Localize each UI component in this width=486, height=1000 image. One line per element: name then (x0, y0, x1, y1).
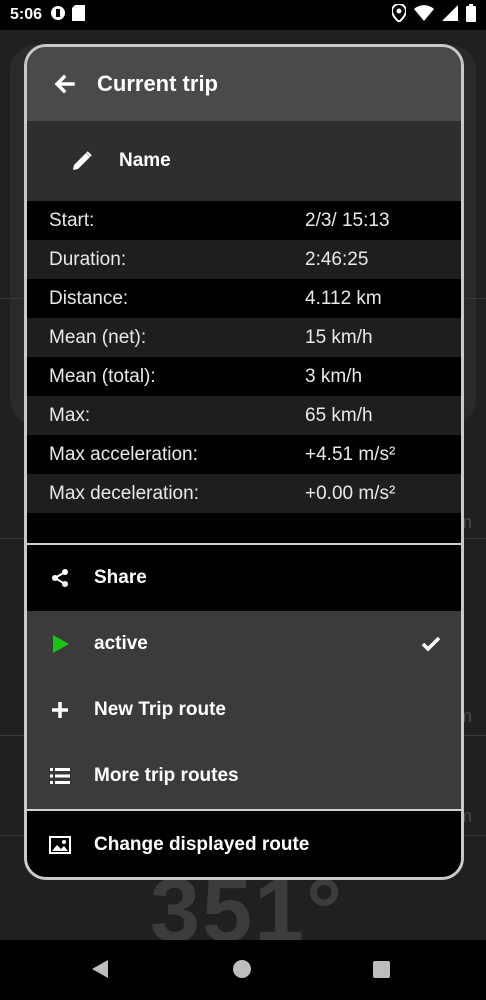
name-edit-row[interactable]: Name (27, 121, 461, 201)
stat-row: Duration: 2:46:25 (27, 240, 461, 279)
signal-icon (442, 4, 458, 26)
stat-row: Start: 2/3/ 15:13 (27, 201, 461, 240)
image-icon (49, 834, 71, 856)
stat-row: Mean (net): 15 km/h (27, 318, 461, 357)
navigation-bar (0, 940, 486, 1000)
stat-label: Mean (net): (49, 326, 147, 348)
nav-back-icon[interactable] (92, 960, 108, 978)
stat-value: 15 km/h (305, 326, 373, 348)
current-trip-dialog: Current trip Name Start: 2/3/ 15:13 Durat… (24, 44, 464, 880)
stat-value: +0.00 m/s² (305, 482, 396, 504)
stat-label: Mean (total): (49, 365, 156, 387)
change-displayed-route-button[interactable]: Change displayed route (27, 811, 461, 877)
stat-row: Distance: 4.112 km (27, 279, 461, 318)
nav-recents-icon[interactable] (373, 961, 390, 978)
stat-row: Max: 65 km/h (27, 396, 461, 435)
trip-route-group: active New Trip route More trip routes (27, 611, 461, 809)
new-trip-route-label: New Trip route (94, 699, 226, 720)
data-saver-icon (50, 5, 66, 26)
stat-label: Start: (49, 209, 95, 231)
stat-row: Max deceleration: +0.00 m/s² (27, 474, 461, 513)
sd-card-icon (72, 4, 86, 26)
name-label: Name (119, 150, 171, 171)
checkmark-icon (421, 634, 441, 654)
more-trip-routes-button[interactable]: More trip routes (27, 743, 461, 809)
nav-home-icon[interactable] (233, 960, 251, 978)
stats-spacer (27, 513, 461, 543)
stat-row: Mean (total): 3 km/h (27, 357, 461, 396)
stat-value: 2/3/ 15:13 (305, 209, 390, 231)
stat-label: Max deceleration: (49, 482, 199, 504)
stat-value: +4.51 m/s² (305, 443, 396, 465)
status-bar: 5:06 (0, 0, 486, 30)
dialog-title: Current trip (97, 71, 218, 96)
stat-row: Max acceleration: +4.51 m/s² (27, 435, 461, 474)
location-icon (390, 2, 408, 27)
battery-icon (466, 3, 476, 27)
stat-label: Duration: (49, 248, 127, 270)
dialog-header: Current trip (27, 47, 461, 121)
plus-icon (49, 699, 71, 721)
play-icon (49, 633, 71, 655)
change-displayed-route-label: Change displayed route (94, 834, 310, 855)
pencil-icon (71, 150, 93, 172)
stat-value: 2:46:25 (305, 248, 369, 270)
share-label: Share (94, 567, 147, 588)
stat-label: Max acceleration: (49, 443, 198, 465)
share-button[interactable]: Share (27, 545, 461, 611)
stat-value: 3 km/h (305, 365, 363, 387)
wifi-icon (414, 4, 434, 26)
list-icon (49, 765, 71, 787)
new-trip-route-button[interactable]: New Trip route (27, 677, 461, 743)
back-arrow-icon[interactable] (53, 73, 75, 95)
trip-stats-table: Start: 2/3/ 15:13 Duration: 2:46:25 Distan… (27, 201, 461, 513)
status-time: 5:06 (10, 6, 43, 23)
share-icon (49, 567, 71, 589)
active-route-item[interactable]: active (27, 611, 461, 677)
stat-label: Distance: (49, 287, 129, 309)
more-trip-routes-label: More trip routes (94, 765, 239, 786)
stat-value: 4.112 km (305, 287, 382, 309)
active-label: active (94, 633, 148, 654)
stat-value: 65 km/h (305, 404, 373, 426)
stat-label: Max: (49, 404, 91, 426)
